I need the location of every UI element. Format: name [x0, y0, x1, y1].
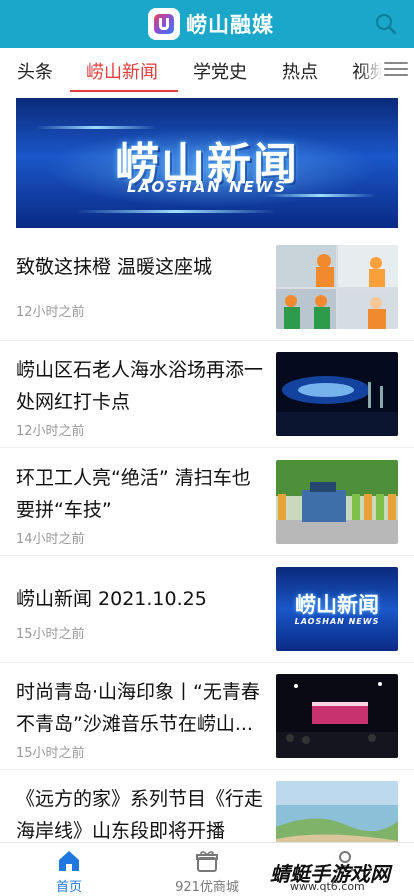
news-thumbnail [276, 674, 398, 758]
nav-mall[interactable]: 921优商城 [138, 843, 276, 896]
thumb-subtitle: LAOSHAN NEWS [294, 617, 380, 626]
gift-icon [195, 849, 219, 873]
news-item[interactable]: 崂山区石老人海水浴场再添一处网红打卡点 12小时之前 [0, 342, 414, 448]
news-thumbnail [276, 460, 398, 544]
news-time: 12小时之前 [16, 305, 85, 320]
app-title: 崂山融媒 [186, 13, 274, 37]
news-thumbnail [276, 245, 398, 329]
news-time: 12小时之前 [16, 424, 85, 439]
news-title: 致敬这抹橙 温暖这座城 [16, 256, 213, 278]
news-time: 15小时之前 [16, 627, 85, 642]
banner-subtitle: LAOSHAN NEWS [126, 178, 288, 196]
news-item[interactable]: 时尚青岛·山海印象丨“无青春不青岛”沙滩音乐节在崂山... 15小时之前 [0, 664, 414, 770]
active-tab-indicator [70, 90, 178, 92]
news-title: 时尚青岛·山海印象丨“无青春不青岛”沙滩音乐节在崂山... [16, 681, 260, 735]
news-title: 崂山新闻 2021.10.25 [16, 588, 207, 610]
news-thumbnail [276, 352, 398, 436]
news-time: 15小时之前 [16, 746, 85, 761]
news-title: 《远方的家》系列节目《行走海岸线》山东段即将开播 [16, 788, 264, 842]
news-item[interactable]: 致敬这抹橙 温暖这座城 12小时之前 [0, 235, 414, 341]
tab-hot[interactable]: 热点 [282, 58, 318, 84]
nav-home[interactable]: 首页 [0, 843, 138, 896]
channel-menu-icon[interactable] [384, 58, 408, 80]
tab-party-history[interactable]: 学党史 [193, 58, 247, 84]
search-icon[interactable] [374, 12, 398, 36]
home-icon [57, 849, 81, 873]
brand: 崂山融媒 [148, 7, 274, 41]
news-thumbnail: 崂山新闻 LAOSHAN NEWS [276, 567, 398, 651]
news-banner[interactable]: 崂山新闻 LAOSHAN NEWS [16, 98, 398, 228]
news-item[interactable]: 环卫工人亮“绝活” 清扫车也要拼“车技” 14小时之前 [0, 450, 414, 556]
news-item[interactable]: 崂山新闻 2021.10.25 15小时之前 崂山新闻 LAOSHAN NEWS [0, 557, 414, 663]
nav-home-label: 首页 [55, 880, 82, 895]
news-title: 崂山区石老人海水浴场再添一处网红打卡点 [16, 359, 264, 413]
news-title: 环卫工人亮“绝活” 清扫车也要拼“车技” [16, 467, 251, 521]
news-time: 14小时之前 [16, 532, 85, 547]
category-tabs: 头条 崂山新闻 学党史 热点 视频 [0, 48, 414, 94]
thumb-title: 崂山新闻 [295, 593, 379, 617]
tab-headlines[interactable]: 头条 [17, 58, 53, 84]
tab-laoshan-news[interactable]: 崂山新闻 [86, 58, 158, 84]
nav-mall-label: 921优商城 [175, 880, 239, 895]
app-bar: 崂山融媒 [0, 0, 414, 48]
app-logo-icon [148, 8, 180, 40]
watermark-url: www.qt6.com [290, 880, 365, 893]
